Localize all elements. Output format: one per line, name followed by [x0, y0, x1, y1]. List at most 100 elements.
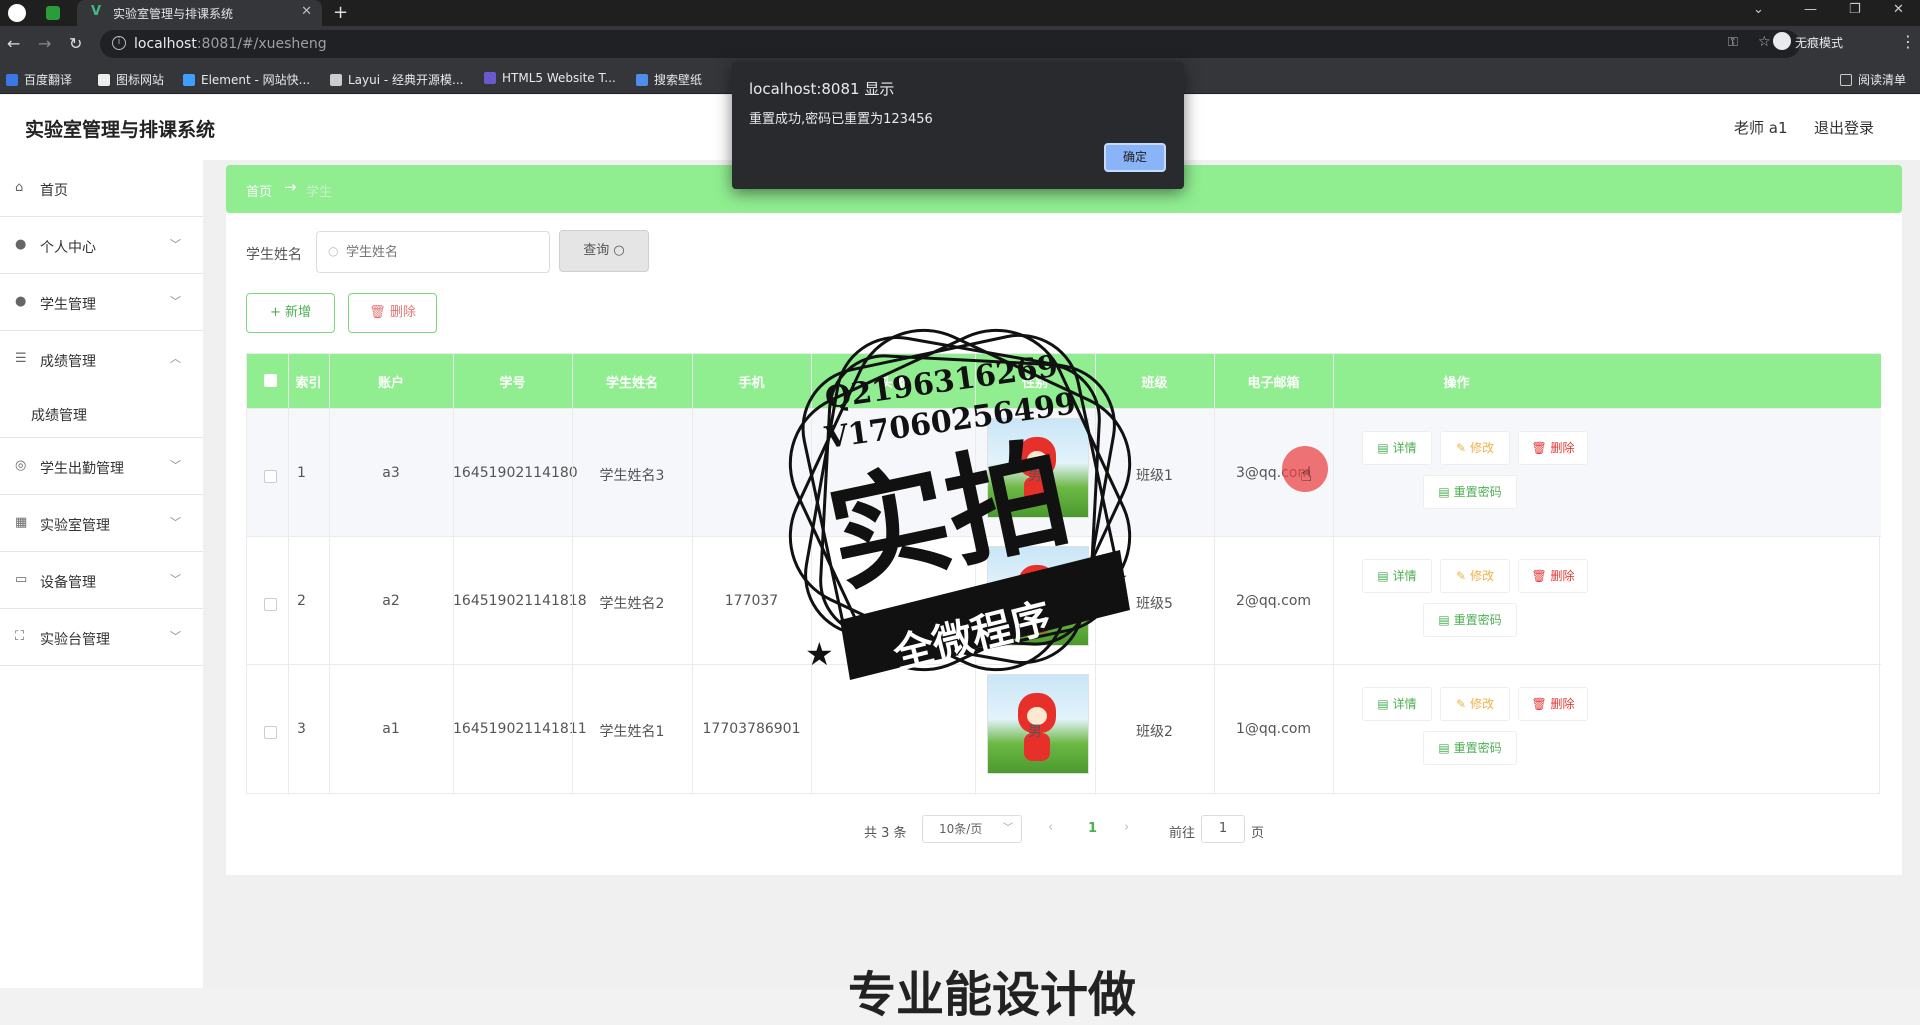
cell-student-no: 164519021141811 — [453, 721, 587, 737]
edit-button[interactable]: ✎ 修改 — [1440, 687, 1510, 721]
bookmark-item[interactable]: 图标网站 — [98, 71, 164, 88]
cell-index: 1 — [297, 465, 306, 481]
detail-button[interactable]: ▤ 详情 — [1362, 559, 1432, 593]
incognito-icon[interactable] — [1773, 32, 1791, 50]
tab-search-icon[interactable]: ⌄ — [1753, 2, 1764, 17]
sidebar-item-label: 设备管理 — [40, 575, 96, 591]
close-window-button[interactable]: ✕ — [1893, 2, 1904, 17]
sidebar-item-benches[interactable]: ⛶ 实验台管理 ﹀ — [0, 609, 203, 666]
back-icon[interactable]: ← — [7, 34, 20, 53]
search-field[interactable]: ○ — [316, 231, 550, 273]
delete-button[interactable]: 🗑 删除 — [1518, 431, 1588, 465]
minimize-button[interactable]: — — [1804, 2, 1817, 17]
reset-password-button[interactable]: ▤ 重置密码 — [1423, 731, 1517, 765]
next-page-button[interactable]: › — [1124, 820, 1129, 835]
edit-button[interactable]: ✎ 修改 — [1440, 559, 1510, 593]
arrow-right-icon: → — [284, 178, 297, 196]
header-name[interactable]: 学生姓名 — [572, 372, 692, 391]
sidebar-item-profile[interactable]: ● 个人中心 ﹀ — [0, 217, 203, 274]
reading-list[interactable]: 阅读清单 — [1840, 71, 1906, 88]
new-tab-button[interactable]: + — [333, 2, 348, 23]
bookmark-item[interactable]: Element - 网站快... — [183, 71, 310, 88]
logout-link[interactable]: 退出登录 — [1814, 117, 1874, 138]
forward-icon[interactable]: → — [38, 34, 51, 53]
doc-icon: ▤ — [1377, 569, 1389, 583]
layui-icon — [330, 74, 342, 86]
alert-ok-button[interactable]: 确定 — [1104, 143, 1166, 172]
cell-name: 学生姓名1 — [599, 724, 665, 740]
delete-button[interactable]: 🗑 删除 — [1518, 559, 1588, 593]
cell-account: a1 — [382, 721, 400, 737]
bookmark-item[interactable]: Layui - 经典开源模... — [330, 71, 463, 88]
bookmark-item[interactable]: 百度翻译 — [6, 71, 72, 88]
sidebar-subitem-grades[interactable]: 成绩管理 — [0, 388, 203, 438]
incognito-label[interactable]: 无痕模式 — [1795, 34, 1843, 51]
edit-button[interactable]: ✎ 修改 — [1440, 431, 1510, 465]
header-index[interactable]: 索引 — [288, 372, 329, 391]
page-number[interactable]: 1 — [1088, 821, 1097, 836]
site-info-icon[interactable]: i — [112, 36, 126, 50]
reset-password-button[interactable]: ▤ 重置密码 — [1423, 475, 1517, 509]
sidebar-item-label: 个人中心 — [40, 240, 96, 256]
sidebar-item-grades[interactable]: ☰ 成绩管理 ︿ — [0, 331, 203, 388]
breadcrumb-home[interactable]: 首页 — [246, 181, 272, 200]
browser-menu-icon[interactable] — [8, 4, 26, 22]
add-button[interactable]: + 新增 — [246, 293, 335, 333]
alert-message: 重置成功,密码已重置为123456 — [749, 112, 933, 127]
reload-icon[interactable]: ↻ — [69, 34, 82, 53]
chevron-down-icon: ﹀ — [170, 295, 181, 308]
select-all-checkbox[interactable] — [264, 374, 277, 387]
more-icon[interactable]: ⋮ — [1900, 32, 1916, 51]
key-icon[interactable]: ⚿ — [1728, 35, 1738, 50]
doc-icon: ▤ — [1438, 613, 1450, 627]
close-tab-icon[interactable]: ✕ — [301, 4, 312, 19]
search-icon: ○ — [328, 244, 339, 258]
column-divider — [288, 354, 289, 795]
doc-icon: ▤ — [1438, 741, 1450, 755]
trash-icon: 🗑 — [1531, 697, 1547, 711]
page-size-select[interactable]: 10条/页 ﹀ — [922, 815, 1022, 843]
delete-button[interactable]: 🗑 删除 — [1518, 687, 1588, 721]
row-checkbox[interactable] — [264, 470, 277, 483]
cell-account: a3 — [382, 465, 400, 481]
sidebar-item-label: 学生管理 — [40, 297, 96, 313]
batch-delete-button[interactable]: 🗑 删除 — [348, 293, 437, 333]
column-divider — [572, 354, 573, 795]
cell-class: 班级2 — [1136, 724, 1173, 740]
compass-icon: ◎ — [15, 458, 27, 473]
query-button[interactable]: 查询 ○ — [559, 230, 649, 272]
sidebar-item-labs[interactable]: ▦ 实验室管理 ﹀ — [0, 495, 203, 552]
star-icon[interactable]: ☆ — [1758, 34, 1771, 50]
goto-page-input[interactable]: 1 — [1201, 815, 1245, 843]
prev-page-button[interactable]: ‹ — [1048, 820, 1053, 835]
trash-icon: 🗑 — [1531, 569, 1547, 583]
sliders-icon: ☰ — [15, 351, 27, 366]
search-input[interactable] — [346, 243, 536, 261]
header-account[interactable]: 账户 — [329, 372, 453, 391]
reading-list-icon — [1840, 74, 1852, 86]
app-tab-icon[interactable] — [46, 6, 60, 20]
chevron-down-icon: ﹀ — [170, 630, 181, 643]
doc-icon: ▤ — [1377, 441, 1389, 455]
reset-password-button[interactable]: ▤ 重置密码 — [1423, 603, 1517, 637]
sidebar-item-label: 成绩管理 — [31, 408, 87, 424]
address-bar[interactable]: i localhost:8081/#/xuesheng ⚿ ☆ — [100, 30, 1800, 58]
hand-cursor-icon: ☝ — [1300, 462, 1313, 486]
detail-button[interactable]: ▤ 详情 — [1362, 687, 1432, 721]
sidebar-item-attendance[interactable]: ◎ 学生出勤管理 ﹀ — [0, 438, 203, 495]
sidebar-item-devices[interactable]: ▭ 设备管理 ﹀ — [0, 552, 203, 609]
sidebar-item-home[interactable]: ⌂ 首页 — [0, 160, 203, 217]
sidebar-item-students[interactable]: ● 学生管理 ﹀ — [0, 274, 203, 331]
active-tab[interactable]: V 实验室管理与排课系统 ✕ — [77, 0, 322, 26]
user-icon: ● — [15, 294, 27, 309]
header-email[interactable]: 电子邮箱 — [1214, 372, 1333, 391]
row-checkbox[interactable] — [264, 726, 277, 739]
restore-button[interactable]: ❐ — [1849, 2, 1861, 17]
cell-index: 2 — [297, 593, 306, 609]
delete-label: 删除 — [1550, 569, 1575, 583]
header-student-no[interactable]: 学号 — [453, 372, 572, 391]
bookmark-item[interactable]: HTML5 Website T... — [484, 71, 616, 85]
detail-button[interactable]: ▤ 详情 — [1362, 431, 1432, 465]
bookmark-item[interactable]: 搜索壁纸 — [636, 71, 702, 88]
row-checkbox[interactable] — [264, 598, 277, 611]
